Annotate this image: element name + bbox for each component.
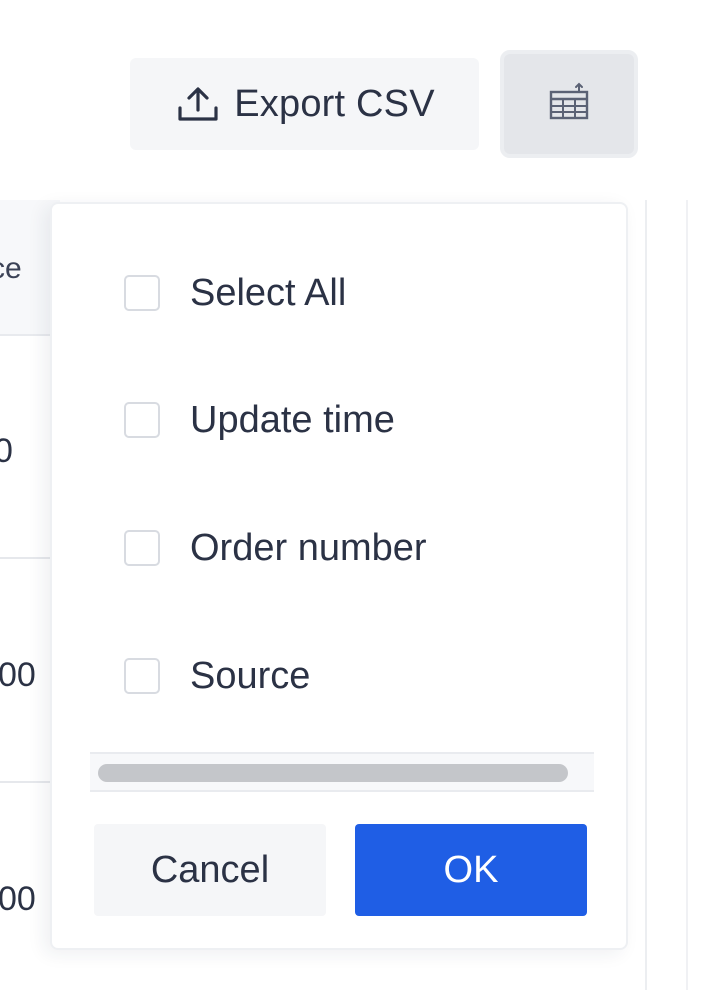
table-columns-icon <box>547 82 591 127</box>
column-divider <box>645 200 647 990</box>
option-update-time[interactable]: Update time <box>124 390 395 450</box>
table-cell: 0 <box>0 432 13 470</box>
panel-edge <box>686 200 688 990</box>
checkbox[interactable] <box>124 658 160 694</box>
export-csv-label: Export CSV <box>234 82 435 125</box>
checkbox[interactable] <box>124 402 160 438</box>
option-order-number[interactable]: Order number <box>124 518 427 578</box>
table-cell: 00 <box>0 656 36 694</box>
checkbox[interactable] <box>124 275 160 311</box>
option-source[interactable]: Source <box>124 646 310 706</box>
table-header-cell: ce <box>0 252 22 285</box>
page: Export CSV ce 0 00 00 Select All <box>0 0 720 990</box>
horizontal-scrollbar[interactable] <box>90 752 594 792</box>
column-settings-button[interactable] <box>500 50 638 158</box>
table-cell: 00 <box>0 880 36 918</box>
option-label: Order number <box>190 526 427 569</box>
scrollbar-thumb[interactable] <box>98 764 568 782</box>
cancel-button[interactable]: Cancel <box>94 824 326 916</box>
checkbox[interactable] <box>124 530 160 566</box>
option-label: Update time <box>190 398 395 441</box>
option-label: Source <box>190 654 311 697</box>
upload-icon <box>174 82 222 126</box>
column-picker-dropdown: Select All Update time Order number Sour… <box>50 202 628 950</box>
ok-button[interactable]: OK <box>355 824 587 916</box>
export-csv-button[interactable]: Export CSV <box>130 58 479 150</box>
option-select-all[interactable]: Select All <box>124 263 346 323</box>
option-label: Select All <box>190 271 347 314</box>
